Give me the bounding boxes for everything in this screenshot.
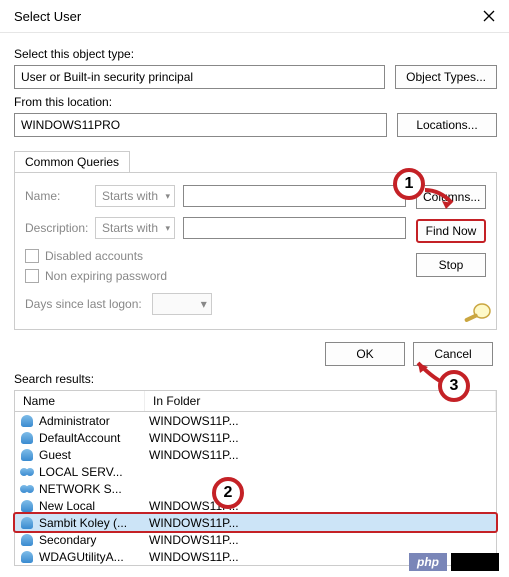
- row-name: LOCAL SERV...: [39, 465, 149, 479]
- row-name: WDAGUtilityA...: [39, 550, 149, 564]
- chevron-down-icon: ▾: [165, 191, 170, 202]
- user-icon: [19, 499, 35, 513]
- disabled-accounts-check[interactable]: Disabled accounts: [25, 249, 406, 263]
- row-folder: WINDOWS11P...: [149, 448, 496, 462]
- row-name: NETWORK S...: [39, 482, 149, 496]
- desc-filter-mode[interactable]: Starts with ▾: [95, 217, 175, 239]
- row-name: Guest: [39, 448, 149, 462]
- name-filter-mode[interactable]: Starts with ▾: [95, 185, 175, 207]
- row-name: DefaultAccount: [39, 431, 149, 445]
- row-folder: WINDOWS11P...: [149, 516, 496, 530]
- row-folder: WINDOWS11P...: [149, 414, 496, 428]
- location-label: From this location:: [14, 95, 497, 109]
- user-icon: [19, 414, 35, 428]
- checkbox-icon: [25, 269, 39, 283]
- results-row[interactable]: LOCAL SERV...: [15, 463, 496, 480]
- tab-common-queries[interactable]: Common Queries: [14, 151, 130, 172]
- location-value: WINDOWS11PRO: [21, 118, 120, 132]
- row-name: Administrator: [39, 414, 149, 428]
- name-filter-label: Name:: [25, 189, 95, 203]
- checkbox-icon: [25, 249, 39, 263]
- object-type-label: Select this object type:: [14, 47, 497, 61]
- annotation-callout-2: 2: [212, 477, 244, 509]
- common-queries-tabstrip: Common Queries: [14, 151, 497, 173]
- object-types-button[interactable]: Object Types...: [395, 65, 497, 89]
- locations-button[interactable]: Locations...: [397, 113, 497, 137]
- row-folder: WINDOWS11P...: [149, 533, 496, 547]
- annotation-callout-1: 1: [393, 168, 425, 200]
- non-expiring-check[interactable]: Non expiring password: [25, 269, 406, 283]
- stop-button[interactable]: Stop: [416, 253, 486, 277]
- results-row[interactable]: NETWORK S...: [15, 480, 496, 497]
- user-icon: [19, 516, 35, 530]
- php-badge: php: [409, 553, 447, 571]
- user-icon: [19, 431, 35, 445]
- results-row[interactable]: AdministratorWINDOWS11P...: [15, 412, 496, 429]
- group-icon: [19, 465, 35, 479]
- results-row[interactable]: SecondaryWINDOWS11P...: [15, 531, 496, 548]
- annotation-callout-3: 3: [438, 370, 470, 402]
- footer-badges: php: [409, 553, 499, 571]
- desc-filter-label: Description:: [25, 221, 95, 235]
- location-field[interactable]: WINDOWS11PRO: [14, 113, 387, 137]
- row-name: New Local: [39, 499, 149, 513]
- chevron-down-icon: ▾: [165, 223, 170, 234]
- object-type-value: User or Built-in security principal: [21, 70, 193, 84]
- object-type-field[interactable]: User or Built-in security principal: [14, 65, 385, 89]
- results-row[interactable]: New LocalWINDOWS11P...: [15, 497, 496, 514]
- results-header: Name In Folder: [14, 390, 497, 412]
- desc-filter-input[interactable]: [183, 217, 406, 239]
- black-badge: [451, 553, 499, 571]
- results-row[interactable]: DefaultAccountWINDOWS11P...: [15, 429, 496, 446]
- name-filter-input[interactable]: [183, 185, 406, 207]
- results-list[interactable]: AdministratorWINDOWS11P...DefaultAccount…: [14, 412, 497, 566]
- row-folder: WINDOWS11P...: [149, 431, 496, 445]
- group-icon: [19, 482, 35, 496]
- row-folder: WINDOWS11P...: [149, 499, 496, 513]
- user-icon: [19, 550, 35, 564]
- ok-button[interactable]: OK: [325, 342, 405, 366]
- days-since-combo[interactable]: ▾: [152, 293, 212, 315]
- magnifier-icon: [460, 301, 494, 327]
- results-row[interactable]: Sambit Koley (...WINDOWS11P...: [15, 514, 496, 531]
- close-icon[interactable]: [477, 4, 501, 28]
- results-row[interactable]: GuestWINDOWS11P...: [15, 446, 496, 463]
- titlebar: Select User: [0, 0, 509, 32]
- annotation-arrow-1: [420, 185, 460, 215]
- row-name: Secondary: [39, 533, 149, 547]
- col-name[interactable]: Name: [15, 391, 145, 411]
- dialog-title: Select User: [14, 9, 81, 24]
- user-icon: [19, 448, 35, 462]
- days-since-label: Days since last logon:: [25, 297, 142, 311]
- chevron-down-icon: ▾: [201, 297, 207, 311]
- find-now-button[interactable]: Find Now: [416, 219, 486, 243]
- row-name: Sambit Koley (...: [39, 516, 149, 530]
- user-icon: [19, 533, 35, 547]
